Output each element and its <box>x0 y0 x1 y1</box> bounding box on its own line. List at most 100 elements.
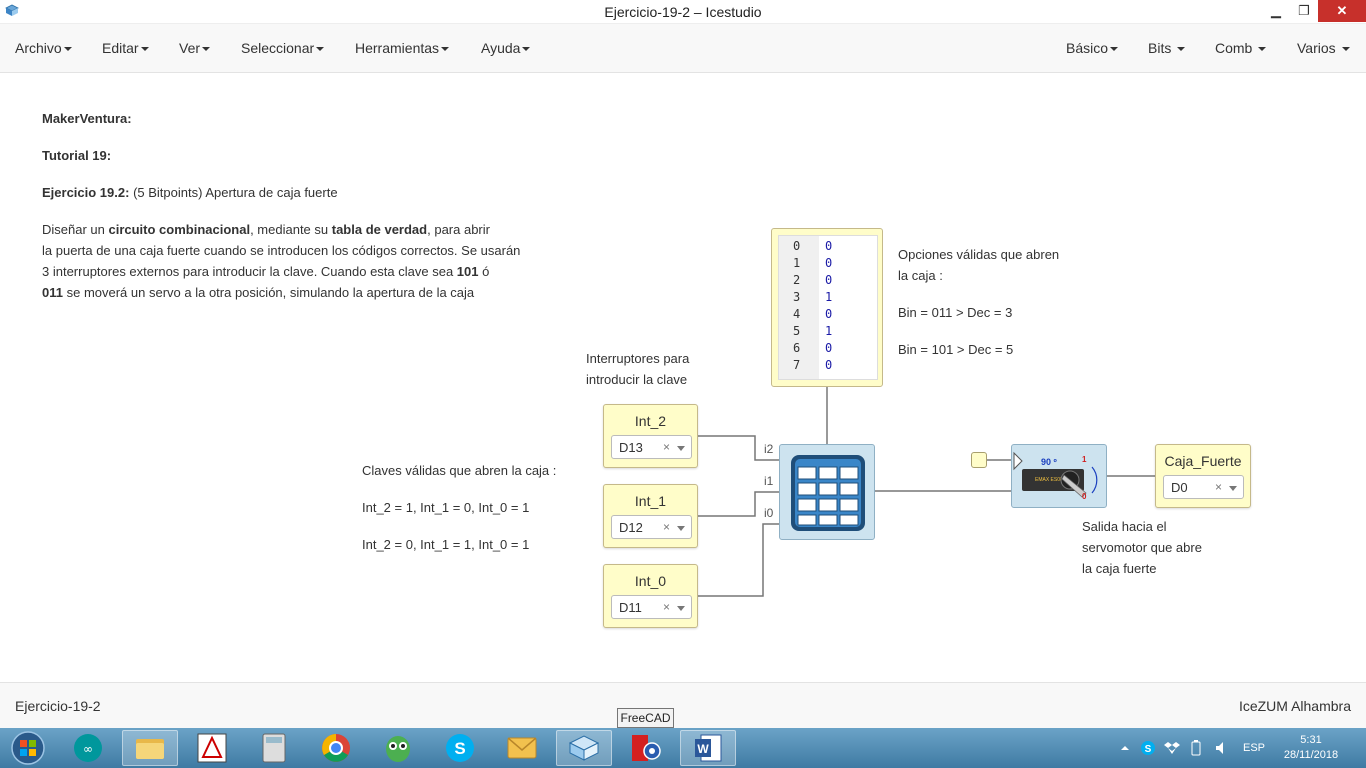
note-header-maker: MakerVentura: <box>42 111 132 126</box>
chevron-down-icon[interactable] <box>1229 486 1237 491</box>
note-options-line1: Opciones válidas que abren <box>898 247 1060 262</box>
note-desc-line2: la puerta de una caja fuerte cuando se i… <box>42 243 521 258</box>
note-desc-line3: 3 interruptores externos para introducir… <box>42 264 490 279</box>
input-label: Int_0 <box>634 573 667 589</box>
battery-tray-icon[interactable] <box>1188 740 1204 756</box>
taskbar-explorer[interactable] <box>122 730 178 766</box>
note-desc-line1: Diseñar un circuito combinacional, media… <box>42 222 490 237</box>
taskbar: ∞ S W <box>0 728 1366 768</box>
menu-varios[interactable]: Varios <box>1297 40 1350 56</box>
taskbar-calculator[interactable] <box>246 730 302 766</box>
mail-icon <box>507 737 537 759</box>
taskbar-arduino[interactable]: ∞ <box>60 730 116 766</box>
taskbar-word[interactable]: W <box>680 730 736 766</box>
truth-table-editor[interactable]: 00 10 20 31 40 51 60 70 <box>778 235 878 380</box>
chevron-down-icon <box>1177 47 1186 52</box>
pin-select[interactable]: D0 × <box>1163 475 1244 499</box>
chevron-down-icon <box>140 47 149 52</box>
drawing-app-icon <box>197 733 227 763</box>
taskbar-icestudio[interactable] <box>556 730 612 766</box>
svg-text:0: 0 <box>1082 492 1087 501</box>
note-option2: Bin = 101 > Dec = 5 <box>898 342 1014 357</box>
windows-start-icon <box>11 731 45 765</box>
clear-icon[interactable]: × <box>1215 480 1222 494</box>
menu-ver[interactable]: Ver <box>179 40 211 56</box>
taskbar-skype[interactable]: S <box>432 730 488 766</box>
menu-archivo[interactable]: Archivo <box>15 40 72 56</box>
status-bar: Ejercicio-19-2 IceZUM Alhambra <box>0 682 1366 728</box>
clear-icon[interactable]: × <box>663 520 670 534</box>
svg-text:S: S <box>1145 744 1152 755</box>
skype-tray-icon[interactable]: S <box>1140 740 1156 756</box>
pin-select[interactable]: D12 × <box>611 515 692 539</box>
input-block-int2[interactable]: Int_2 D13 × <box>603 404 698 468</box>
chevron-down-icon <box>202 47 211 52</box>
taskbar-chrome[interactable] <box>308 730 364 766</box>
svg-text:S: S <box>454 739 465 758</box>
language-indicator[interactable]: ESP <box>1243 742 1265 754</box>
chevron-down-icon <box>316 47 325 52</box>
servo-block[interactable]: 90 º EMAX ES08A 1 0 <box>1011 444 1107 508</box>
taskbar-freecad[interactable] <box>618 730 674 766</box>
maximize-button[interactable]: ❐ <box>1290 0 1318 22</box>
note-key1: Int_2 = 1, Int_1 = 0, Int_0 = 1 <box>362 500 530 515</box>
clear-icon[interactable]: × <box>663 440 670 454</box>
chevron-down-icon[interactable] <box>677 446 685 451</box>
chevron-down-icon <box>63 47 72 52</box>
chevron-down-icon[interactable] <box>677 606 685 611</box>
lut-port-i0: i0 <box>764 506 774 520</box>
lut-port-i2: i2 <box>764 442 774 456</box>
taskbar-app-drawing[interactable] <box>184 730 240 766</box>
project-name: Ejercicio-19-2 <box>15 698 101 714</box>
menu-comb[interactable]: Comb <box>1215 40 1267 56</box>
wire-int0 <box>698 523 779 597</box>
note-output-line1: Salida hacia el <box>1082 519 1167 534</box>
constant-input-box[interactable] <box>971 452 987 468</box>
input-block-int1[interactable]: Int_1 D12 × <box>603 484 698 548</box>
minimize-button[interactable]: ▁ <box>1262 0 1290 22</box>
truth-table-block[interactable]: 00 10 20 31 40 51 60 70 <box>771 228 883 387</box>
menu-bar: Archivo Editar Ver Seleccionar Herramien… <box>0 24 1366 73</box>
output-block-caja-fuerte[interactable]: Caja_Fuerte D0 × <box>1155 444 1251 508</box>
show-hidden-icons-icon[interactable] <box>1117 740 1133 756</box>
note-key2: Int_2 = 0, Int_1 = 1, Int_0 = 1 <box>362 537 530 552</box>
freecad-icon <box>632 735 661 761</box>
truth-table-row: 70 <box>793 358 833 372</box>
menu-editar[interactable]: Editar <box>102 40 149 56</box>
chevron-down-icon <box>1341 47 1350 52</box>
clear-icon[interactable]: × <box>663 600 670 614</box>
board-name[interactable]: IceZUM Alhambra <box>1239 698 1351 714</box>
lut-port-i1: i1 <box>764 474 774 488</box>
note-output-line3: la caja fuerte <box>1082 561 1157 576</box>
menu-seleccionar[interactable]: Seleccionar <box>241 40 325 56</box>
note-keys-title: Claves válidas que abren la caja : <box>362 463 557 478</box>
input-block-int0[interactable]: Int_0 D11 × <box>603 564 698 628</box>
menu-basico[interactable]: Básico <box>1066 40 1119 56</box>
svg-text:1: 1 <box>1082 455 1087 464</box>
word-icon: W <box>695 734 722 762</box>
dropbox-tray-icon[interactable] <box>1164 740 1180 756</box>
start-button[interactable] <box>0 730 56 766</box>
table-grid-icon <box>791 455 865 531</box>
output-label: Caja_Fuerte <box>1164 453 1242 469</box>
menu-herramientas[interactable]: Herramientas <box>355 40 450 56</box>
pin-select[interactable]: D13 × <box>611 435 692 459</box>
icestudio-icon <box>568 735 600 761</box>
input-label: Int_1 <box>634 493 667 509</box>
truth-table-row: 10 <box>793 256 833 270</box>
folder-icon <box>136 739 164 759</box>
svg-text:W: W <box>697 742 709 756</box>
taskbar-owl-app[interactable] <box>370 730 426 766</box>
menu-bits[interactable]: Bits <box>1148 40 1186 56</box>
taskbar-mail[interactable] <box>494 730 550 766</box>
taskbar-clock[interactable]: 5:31 28/11/2018 <box>1278 733 1344 763</box>
window-title: Ejercicio-19-2 – Icestudio <box>604 4 762 20</box>
menu-ayuda[interactable]: Ayuda <box>481 40 531 56</box>
close-button[interactable]: ✕ <box>1318 0 1366 22</box>
lut-block[interactable] <box>779 444 875 540</box>
volume-tray-icon[interactable] <box>1214 740 1230 756</box>
chevron-down-icon[interactable] <box>677 526 685 531</box>
input-label: Int_2 <box>634 413 667 429</box>
pin-select[interactable]: D11 × <box>611 595 692 619</box>
note-output-line2: servomotor que abre <box>1082 540 1202 555</box>
